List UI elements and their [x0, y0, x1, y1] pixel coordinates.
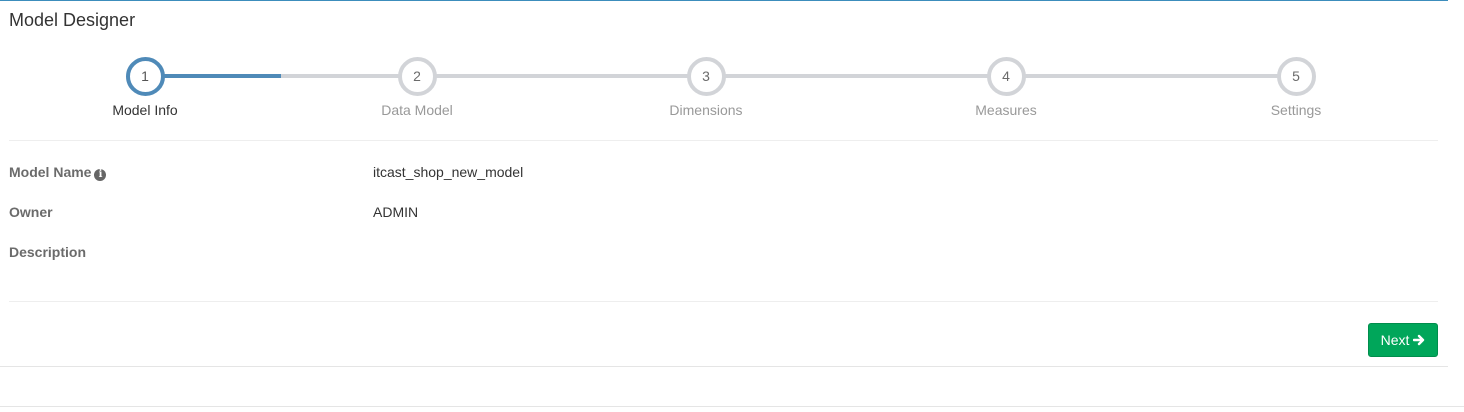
step-label: Model Info	[112, 102, 178, 118]
arrow-right-icon	[1413, 334, 1425, 346]
step-model-info[interactable]: 1 Model Info	[65, 57, 225, 118]
model-name-label: Model Name i	[9, 164, 107, 181]
model-name-label-text: Model Name	[9, 164, 92, 180]
step-number: 1	[125, 57, 165, 96]
page-bottom-border	[0, 406, 1464, 407]
description-label: Description	[9, 244, 87, 260]
owner-label: Owner	[9, 204, 53, 220]
step-label: Dimensions	[669, 102, 743, 118]
step-number: 5	[1276, 57, 1316, 96]
step-number: 3	[686, 57, 726, 96]
step-dimensions[interactable]: 3 Dimensions	[626, 57, 786, 118]
next-button-label: Next	[1380, 332, 1410, 348]
wizard-divider	[9, 140, 1438, 141]
step-settings[interactable]: 5 Settings	[1216, 57, 1376, 118]
step-measures[interactable]: 4 Measures	[926, 57, 1086, 118]
owner-value: ADMIN	[373, 204, 419, 220]
model-name-value: itcast_shop_new_model	[373, 164, 524, 180]
step-number: 4	[986, 57, 1026, 96]
step-label: Data Model	[381, 102, 453, 118]
form-divider	[9, 301, 1438, 302]
next-button[interactable]: Next	[1368, 323, 1438, 357]
step-number: 2	[397, 57, 437, 96]
model-designer-panel: Model Designer 1 Model Info 2 Data Model…	[0, 0, 1448, 367]
info-icon[interactable]: i	[94, 169, 107, 181]
step-label: Measures	[975, 102, 1037, 118]
step-data-model[interactable]: 2 Data Model	[337, 57, 497, 118]
step-label: Settings	[1270, 102, 1322, 118]
wizard-steps: 1 Model Info 2 Data Model 3 Dimensions 4…	[0, 1, 1448, 141]
